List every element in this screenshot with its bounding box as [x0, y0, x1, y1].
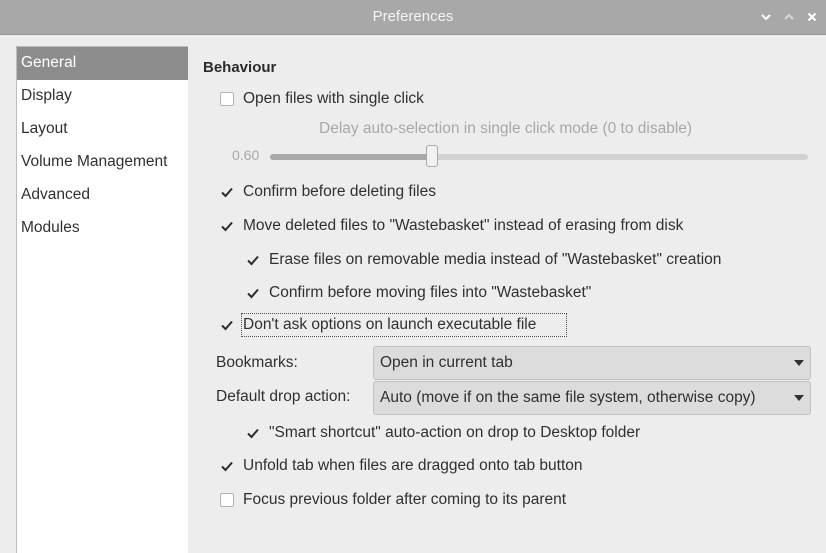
- checkbox[interactable]: [246, 426, 260, 440]
- smart-shortcut-label: "Smart shortcut" auto-action on drop to …: [269, 424, 641, 441]
- move-to-trash-label: Move deleted files to "Wastebasket" inst…: [243, 217, 684, 234]
- sidebar-item-general[interactable]: General: [17, 47, 188, 80]
- checkbox[interactable]: [220, 459, 234, 473]
- delay-slider-track[interactable]: [270, 154, 808, 160]
- checkbox[interactable]: [246, 286, 260, 300]
- window-title: Preferences: [372, 8, 454, 25]
- delay-slider-fill: [270, 154, 432, 160]
- bookmarks-value: Open in current tab: [380, 354, 513, 371]
- sidebar-item-advanced[interactable]: Advanced: [17, 179, 188, 212]
- unfold-tab-label: Unfold tab when files are dragged onto t…: [243, 457, 583, 474]
- minimize-icon[interactable]: [758, 9, 774, 25]
- close-icon[interactable]: [804, 9, 820, 25]
- drop-action-label: Default drop action:: [216, 388, 351, 405]
- confirm-trash-label: Confirm before moving files into "Wasteb…: [269, 284, 592, 301]
- delay-slider-handle[interactable]: [426, 145, 438, 167]
- erase-removable-label: Erase files on removable media instead o…: [269, 251, 722, 268]
- chevron-down-icon: [794, 395, 804, 401]
- sidebar-item-layout[interactable]: Layout: [17, 113, 188, 146]
- section-title-behaviour: Behaviour: [203, 59, 277, 76]
- titlebar[interactable]: Preferences: [0, 0, 826, 35]
- preferences-window: Preferences General Display Layout Volum…: [0, 0, 826, 553]
- checkbox[interactable]: [220, 493, 234, 507]
- focus-previous-label: Focus previous folder after coming to it…: [243, 491, 567, 508]
- checkbox[interactable]: [220, 92, 234, 106]
- drop-action-dropdown[interactable]: Auto (move if on the same file system, o…: [373, 381, 811, 415]
- delay-label: Delay auto-selection in single click mod…: [319, 120, 693, 137]
- no-exec-prompt-label: Don't ask options on launch executable f…: [243, 316, 537, 333]
- bookmarks-label: Bookmarks:: [216, 354, 298, 371]
- maximize-icon[interactable]: [781, 9, 797, 25]
- confirm-delete-label: Confirm before deleting files: [243, 183, 436, 200]
- checkbox[interactable]: [220, 219, 234, 233]
- sidebar-item-display[interactable]: Display: [17, 80, 188, 113]
- sidebar-item-volume-management[interactable]: Volume Management: [17, 146, 188, 179]
- sidebar: General Display Layout Volume Management…: [16, 46, 188, 553]
- checkbox[interactable]: [220, 185, 234, 199]
- delay-value: 0.60: [232, 147, 260, 163]
- checkbox[interactable]: [220, 318, 234, 332]
- single-click-label: Open files with single click: [243, 90, 424, 107]
- chevron-down-icon: [794, 360, 804, 366]
- drop-action-value: Auto (move if on the same file system, o…: [380, 389, 756, 406]
- bookmarks-dropdown[interactable]: Open in current tab: [373, 346, 811, 380]
- sidebar-item-modules[interactable]: Modules: [17, 212, 188, 245]
- checkbox[interactable]: [246, 253, 260, 267]
